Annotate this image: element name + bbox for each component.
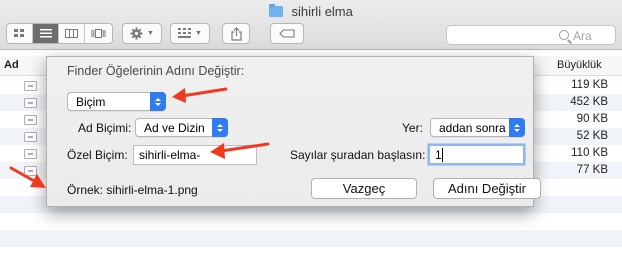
empty-row (0, 213, 622, 230)
start-number-label: Sayılar şuradan başlasın: (290, 148, 426, 162)
arrange-button[interactable]: ▼ (170, 23, 210, 44)
image-file-icon (24, 149, 37, 159)
finder-toolbar: sihirli elma ▼ ▼ Ara (0, 0, 622, 50)
file-size: 77 KB (576, 164, 608, 176)
file-size: 90 KB (576, 113, 608, 125)
list-view-button[interactable] (33, 24, 59, 43)
window-title: sihirli elma (291, 4, 353, 20)
image-file-icon (24, 98, 37, 108)
icon-view-button[interactable] (7, 24, 33, 43)
popup-stepper-icon (509, 118, 525, 137)
chevron-down-icon: ▼ (195, 30, 202, 37)
search-placeholder: Ara (573, 29, 592, 43)
file-size: 452 KB (570, 96, 608, 108)
rename-dialog: Finder Öğelerinin Adını Değiştir: Biçim … (46, 56, 541, 207)
example-text: Örnek: sihirli-elma-1.png (67, 183, 198, 197)
name-format-label: Ad Biçimi: (78, 121, 132, 135)
image-file-icon (24, 115, 37, 125)
dialog-title: Finder Öğelerinin Adını Değiştir: (67, 64, 245, 78)
search-field[interactable]: Ara (446, 25, 616, 45)
search-icon (559, 30, 569, 40)
gear-icon (130, 27, 143, 40)
start-number-field[interactable]: 1 (428, 144, 525, 165)
chevron-down-icon: ▼ (147, 30, 154, 37)
annotation-arrow-icon (9, 166, 46, 188)
annotation-arrow-icon (210, 142, 270, 159)
where-label: Yer: (402, 121, 423, 135)
text-cursor (442, 148, 443, 162)
name-format-value: Ad ve Dizin (144, 121, 205, 135)
tags-button[interactable] (270, 23, 304, 44)
where-value: addan sonra (439, 121, 506, 135)
custom-format-label: Özel Biçim: (67, 148, 128, 162)
popup-stepper-icon (212, 118, 228, 137)
name-column-header[interactable]: Ad (4, 59, 19, 71)
start-number-value: 1 (435, 148, 442, 162)
share-button[interactable] (222, 23, 250, 44)
action-menu-button[interactable]: ▼ (122, 23, 162, 44)
column-view-button[interactable] (59, 24, 85, 43)
size-column-header[interactable]: Büyüklük (557, 59, 602, 71)
rename-mode-value: Biçim (76, 95, 106, 109)
image-file-icon (24, 81, 37, 91)
arrange-icon (178, 28, 192, 38)
custom-format-value: sihirli-elma- (139, 148, 201, 162)
name-format-popup[interactable]: Ad ve Dizin (135, 118, 228, 137)
file-size: 52 KB (576, 130, 608, 142)
tag-icon (279, 29, 295, 38)
column-view-icon (65, 29, 78, 38)
cover-flow-button[interactable] (85, 24, 111, 43)
share-icon (230, 26, 242, 41)
cancel-button[interactable]: Vazgeç (311, 178, 417, 199)
folder-icon (269, 4, 284, 18)
window-title-bar: sihirli elma (0, 4, 622, 20)
rename-button[interactable]: Adını Değiştir (433, 178, 541, 199)
cover-flow-icon (91, 29, 105, 38)
rename-mode-popup[interactable]: Biçim (67, 92, 166, 111)
file-size: 119 KB (571, 79, 608, 91)
icon-view-icon (14, 29, 24, 37)
list-view-icon (39, 29, 52, 38)
view-switcher (6, 23, 113, 44)
where-popup[interactable]: addan sonra (430, 118, 525, 137)
annotation-arrow-icon (172, 87, 228, 103)
empty-row (0, 230, 622, 247)
file-size: 110 KB (571, 147, 608, 159)
empty-row (0, 247, 622, 263)
popup-stepper-icon (150, 92, 166, 111)
image-file-icon (24, 132, 37, 142)
